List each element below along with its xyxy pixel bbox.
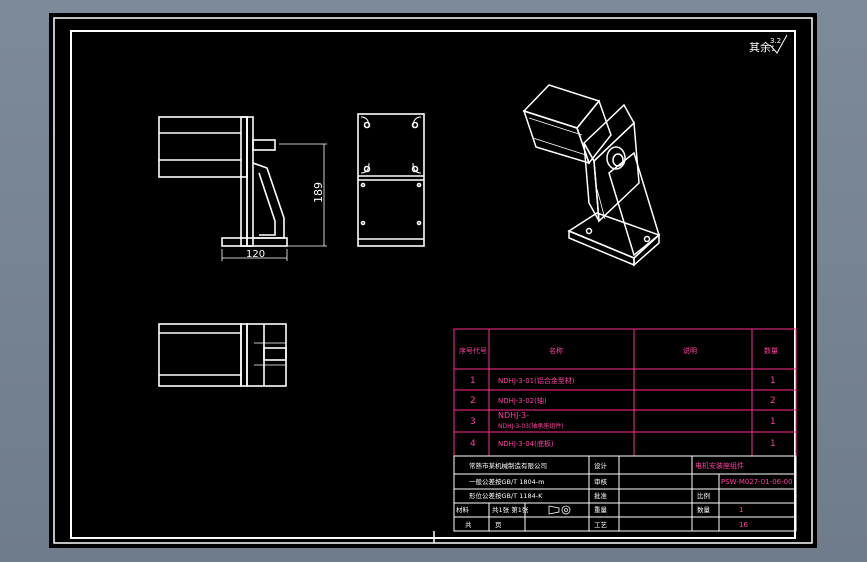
general-tolerance: 一般公差按GB/T 1804-m <box>469 477 544 486</box>
parts-table <box>453 328 797 457</box>
cad-canvas[interactable]: 其余: 3.2 189 120 序号代号 名称 说明 数量 1 NDHJ-3-0… <box>49 13 817 548</box>
row2-no: 2 <box>470 396 476 406</box>
parts-header-desc: 说明 <box>683 346 697 355</box>
sheet-info: 共1张 第1张 <box>492 505 529 514</box>
finish-value: 3.2 <box>770 37 781 45</box>
projection-symbol <box>548 505 571 515</box>
geometric-tolerance: 形位公差按GB/T 1184-K <box>469 491 543 500</box>
side-view <box>357 113 425 247</box>
check-label: 审核 <box>594 477 608 486</box>
design-label: 设计 <box>594 461 608 470</box>
scale-label: 比例 <box>697 491 710 500</box>
process-label: 工艺 <box>594 521 608 529</box>
parts-header-name: 名称 <box>549 346 563 355</box>
row1-qty: 1 <box>770 376 776 386</box>
row1-name: NDHJ-3-01(铝合金型材) <box>498 376 575 385</box>
row3-name-line1: NDHJ-3- <box>498 411 529 420</box>
weight-value: 16 <box>739 521 748 529</box>
top-view <box>158 323 287 387</box>
company-name: 常熟市某机械制造有限公司 <box>469 461 547 470</box>
material-label: 材料 <box>456 505 470 514</box>
row3-qty: 1 <box>770 417 776 427</box>
approve-label: 批准 <box>594 491 608 500</box>
dim-height: 189 <box>312 182 325 203</box>
weight-label: 重量 <box>594 506 608 514</box>
page-label: 页 <box>495 521 502 529</box>
dim-width: 120 <box>246 249 265 260</box>
parts-header-qty: 数量 <box>764 346 778 355</box>
share-label: 共 <box>465 520 472 529</box>
isometric-view <box>522 84 661 267</box>
row2-qty: 2 <box>770 396 776 406</box>
quantity-label: 数量 <box>697 505 711 514</box>
row2-name: NDHJ-3-02(轴) <box>498 396 547 405</box>
row3-name: NDHJ-3-03(轴承座组件) <box>498 422 564 430</box>
quantity-value: 1 <box>739 506 743 514</box>
row4-name: NDHJ-3-04(底板) <box>498 439 554 448</box>
drawing-title: 电机安装座组件 <box>695 461 744 470</box>
row4-no: 4 <box>470 439 476 449</box>
drawing-sheet[interactable]: 其余: 3.2 189 120 序号代号 名称 说明 数量 1 NDHJ-3-0… <box>49 13 817 548</box>
row3-no: 3 <box>470 417 476 427</box>
parts-header-no: 序号代号 <box>459 346 487 355</box>
drawing-number: PSW-M027-01-06-00 <box>721 478 793 486</box>
front-view <box>158 116 327 261</box>
row4-qty: 1 <box>770 439 776 449</box>
surface-finish-symbol: 其余: 3.2 <box>749 34 788 54</box>
inner-border <box>70 30 796 539</box>
row1-no: 1 <box>470 376 476 386</box>
